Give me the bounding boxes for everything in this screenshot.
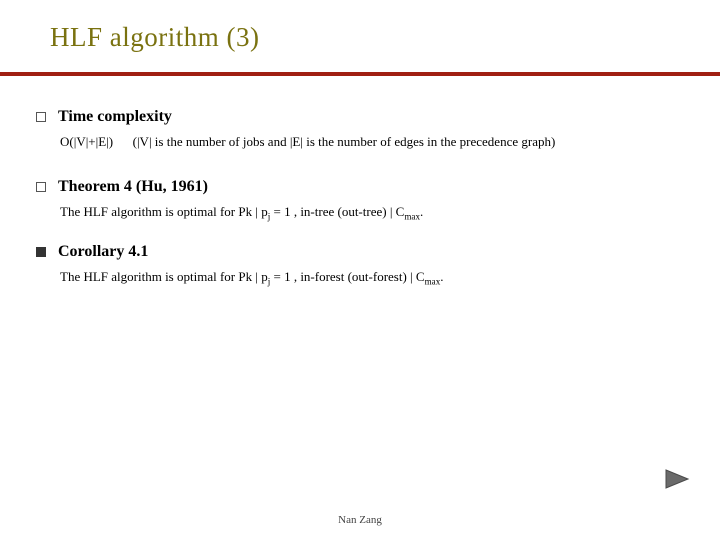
title-rule (0, 72, 720, 76)
item-subtext: O(|V|+|E|) (|V| is the number of jobs an… (60, 132, 690, 152)
list-item: Theorem 4 (Hu, 1961) The HLF algorithm i… (36, 178, 690, 222)
square-bullet-icon (36, 112, 46, 122)
item-lead-text: Time complexity (58, 108, 172, 126)
item-lead-text: Theorem 4 (Hu, 1961) (58, 178, 208, 196)
slide-title: HLF algorithm (3) (50, 22, 690, 53)
corollary-text-a: The HLF algorithm is optimal for Pk | p (60, 269, 268, 284)
item-lead: Corollary 4.1 (36, 243, 690, 261)
theorem-text-e: . (420, 204, 423, 219)
item-lead: Theorem 4 (Hu, 1961) (36, 178, 690, 196)
slide-content: Time complexity O(|V|+|E|) (|V| is the n… (36, 108, 690, 299)
slide-footer-author: Nan Zang (0, 514, 720, 526)
corollary-text-e: . (440, 269, 443, 284)
theorem-text-c: = 1 , in-tree (out-tree) | C (270, 204, 404, 219)
subscript-max: max (404, 211, 420, 221)
item-subtext: The HLF algorithm is optimal for Pk | pj… (60, 267, 690, 287)
complexity-expr: O(|V|+|E|) (60, 134, 113, 149)
corollary-text-c: = 1 , in-forest (out-forest) | C (270, 269, 424, 284)
item-lead-text: Corollary 4.1 (58, 243, 148, 261)
square-bullet-solid-icon (36, 247, 46, 257)
theorem-text-a: The HLF algorithm is optimal for Pk | p (60, 204, 268, 219)
next-arrow-icon[interactable] (664, 468, 692, 490)
list-item: Corollary 4.1 The HLF algorithm is optim… (36, 243, 690, 287)
slide: HLF algorithm (3) Time complexity O(|V|+… (0, 0, 720, 540)
list-item: Time complexity O(|V|+|E|) (|V| is the n… (36, 108, 690, 152)
subscript-max: max (425, 277, 441, 287)
complexity-explain: (|V| is the number of jobs and |E| is th… (133, 134, 556, 149)
item-subtext: The HLF algorithm is optimal for Pk | pj… (60, 202, 690, 222)
item-lead: Time complexity (36, 108, 690, 126)
square-bullet-icon (36, 182, 46, 192)
